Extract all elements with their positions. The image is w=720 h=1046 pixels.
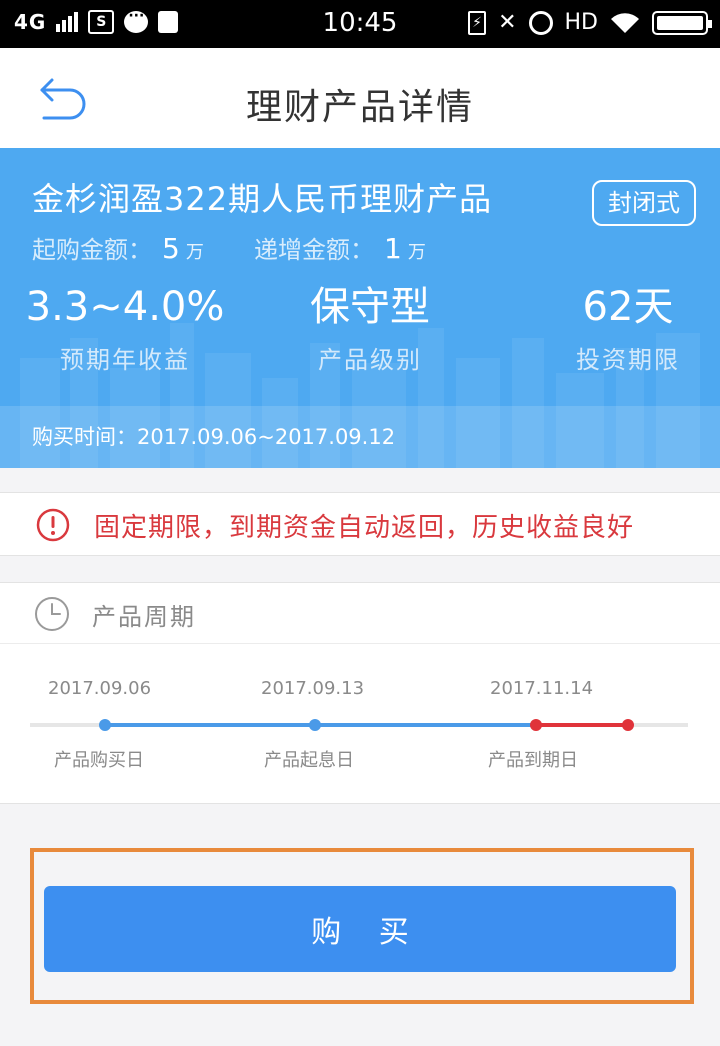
product-name: 金杉润盈322期人民币理财产品: [32, 180, 493, 218]
timeline-date: 2017.09.13: [261, 678, 365, 699]
timeline-dot-maturity: [622, 719, 634, 731]
mute-icon: ✕: [498, 9, 517, 35]
min-purchase-unit: 万: [185, 242, 204, 263]
product-type-badge: 封闭式: [592, 180, 696, 226]
timeline-progress-red: [536, 723, 628, 727]
min-purchase-label: 起购金额：: [32, 236, 152, 264]
stat-label: 预期年收益: [60, 346, 190, 374]
stat-expected-return: 3.3~4.0% 预期年收益: [20, 282, 230, 375]
cycle-title: 产品周期: [92, 603, 196, 631]
product-cycle-header: 产品周期: [0, 582, 720, 644]
buy-button[interactable]: 购 买: [44, 886, 676, 972]
min-purchase: 起购金额： 5 万: [32, 230, 204, 265]
stat-value: 3.3~4.0%: [25, 284, 225, 330]
alarm-icon: [528, 10, 553, 35]
stat-label: 产品级别: [318, 346, 422, 374]
wifi-icon: [611, 12, 639, 33]
timeline-dot-purchase: [99, 719, 111, 731]
exclamation-icon: [36, 508, 70, 542]
timeline-dot-maturity-start: [530, 719, 542, 731]
timeline-dot-value-start: [309, 719, 321, 731]
increment-amount: 递增金额： 1 万: [254, 230, 426, 265]
stat-label: 投资期限: [576, 346, 680, 374]
increment-label: 递增金额：: [254, 236, 374, 264]
timeline-date: 2017.11.14: [490, 678, 594, 699]
status-right: ⚡ ✕ HD: [468, 9, 712, 35]
notice-text: 固定期限，到期资金自动返回，历史收益良好: [94, 513, 635, 543]
timeline-label: 产品起息日: [264, 750, 354, 771]
page-title: 理财产品详情: [245, 87, 474, 128]
cycle-timeline: 2017.09.06 2017.09.13 2017.11.14 产品购买日 产…: [0, 644, 720, 804]
battery-icon: [652, 10, 712, 35]
purchase-time: 购买时间：2017.09.06~2017.09.12: [0, 406, 720, 468]
stat-value: 62天: [582, 284, 674, 330]
timeline-label: 产品到期日: [488, 750, 578, 771]
timeline-label: 产品购买日: [54, 750, 144, 771]
stat-term: 62天 投资期限: [540, 282, 716, 375]
nav-header: 理财产品详情: [0, 48, 720, 148]
charging-icon: ⚡: [468, 10, 487, 35]
status-bar: 4G S 10:45 ⚡ ✕ HD: [0, 0, 720, 48]
clock-icon: [35, 597, 69, 631]
increment-value: 1: [384, 232, 402, 265]
increment-unit: 万: [407, 242, 426, 263]
hd-indicator: HD: [564, 10, 598, 35]
stat-risk-level: 保守型 产品级别: [270, 282, 470, 375]
min-purchase-value: 5: [162, 232, 180, 265]
timeline-date: 2017.09.06: [48, 678, 152, 699]
notice-bar: 固定期限，到期资金自动返回，历史收益良好: [0, 492, 720, 556]
product-banner: 金杉润盈322期人民币理财产品 封闭式 起购金额： 5 万 递增金额： 1 万 …: [0, 148, 720, 468]
stat-value: 保守型: [310, 284, 430, 330]
